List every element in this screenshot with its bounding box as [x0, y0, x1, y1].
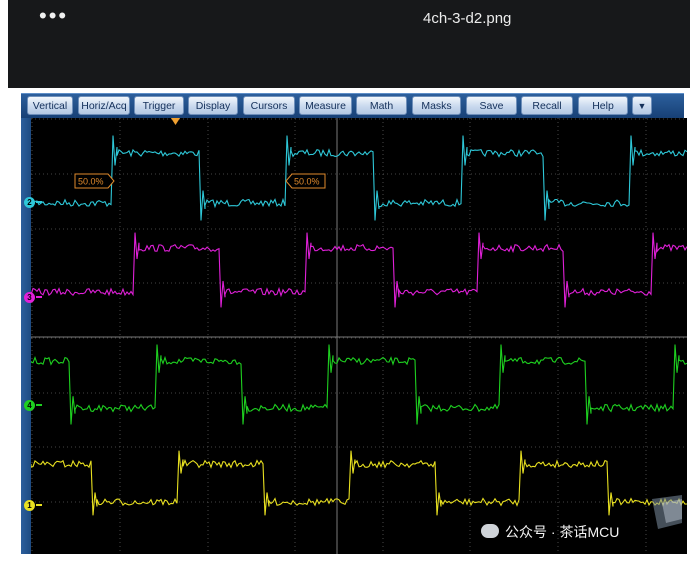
menu-math-button[interactable]: Math	[356, 96, 407, 115]
menu-help-button[interactable]: Help	[578, 96, 628, 115]
menu-display-button[interactable]: Display	[188, 96, 238, 115]
more-options-icon[interactable]: •••	[39, 5, 68, 27]
menu-dropdown-icon[interactable]: ▼	[632, 96, 652, 115]
channel-3-trace	[31, 232, 687, 308]
channel-3-marker[interactable]: 3	[24, 292, 42, 303]
trigger-position-icon	[171, 118, 180, 125]
channel-1-trace	[31, 450, 687, 516]
cursor-label-2: 50.0%	[294, 177, 320, 187]
menu-trigger-button[interactable]: Trigger	[134, 96, 184, 115]
window-titlebar: ••• 4ch-3-d2.png	[8, 0, 690, 88]
menu-vertical-button[interactable]: Vertical	[27, 96, 73, 115]
menu-cursors-button[interactable]: Cursors	[243, 96, 295, 115]
menu-masks-button[interactable]: Masks	[412, 96, 461, 115]
corner-logo-icon	[652, 495, 682, 529]
watermark-text: 公众号 · 茶话MCU	[505, 524, 620, 540]
channel-2-marker[interactable]: 2	[24, 197, 42, 208]
wechat-icon	[481, 524, 499, 538]
channel-offset-strip	[21, 118, 31, 554]
window-title: 4ch-3-d2.png	[423, 10, 512, 27]
watermark: 公众号 · 茶话MCU	[481, 521, 661, 543]
menu-recall-button[interactable]: Recall	[521, 96, 573, 115]
menu-save-button[interactable]: Save	[466, 96, 517, 115]
channel-4-trace	[31, 344, 687, 425]
waveform-display[interactable]: 50.0% 50.0%	[31, 118, 687, 554]
scope-menu-bar: Vertical Horiz/Acq Trigger Display Curso…	[21, 93, 684, 119]
waveform-canvas: 50.0% 50.0%	[31, 118, 687, 554]
menu-horiz-acq-button[interactable]: Horiz/Acq	[78, 96, 130, 115]
channel-2-trace	[31, 135, 687, 221]
channel-4-marker[interactable]: 4	[24, 400, 42, 411]
channel-1-marker[interactable]: 1	[24, 500, 42, 511]
cursor-label-1: 50.0%	[78, 177, 104, 187]
menu-measure-button[interactable]: Measure	[299, 96, 352, 115]
